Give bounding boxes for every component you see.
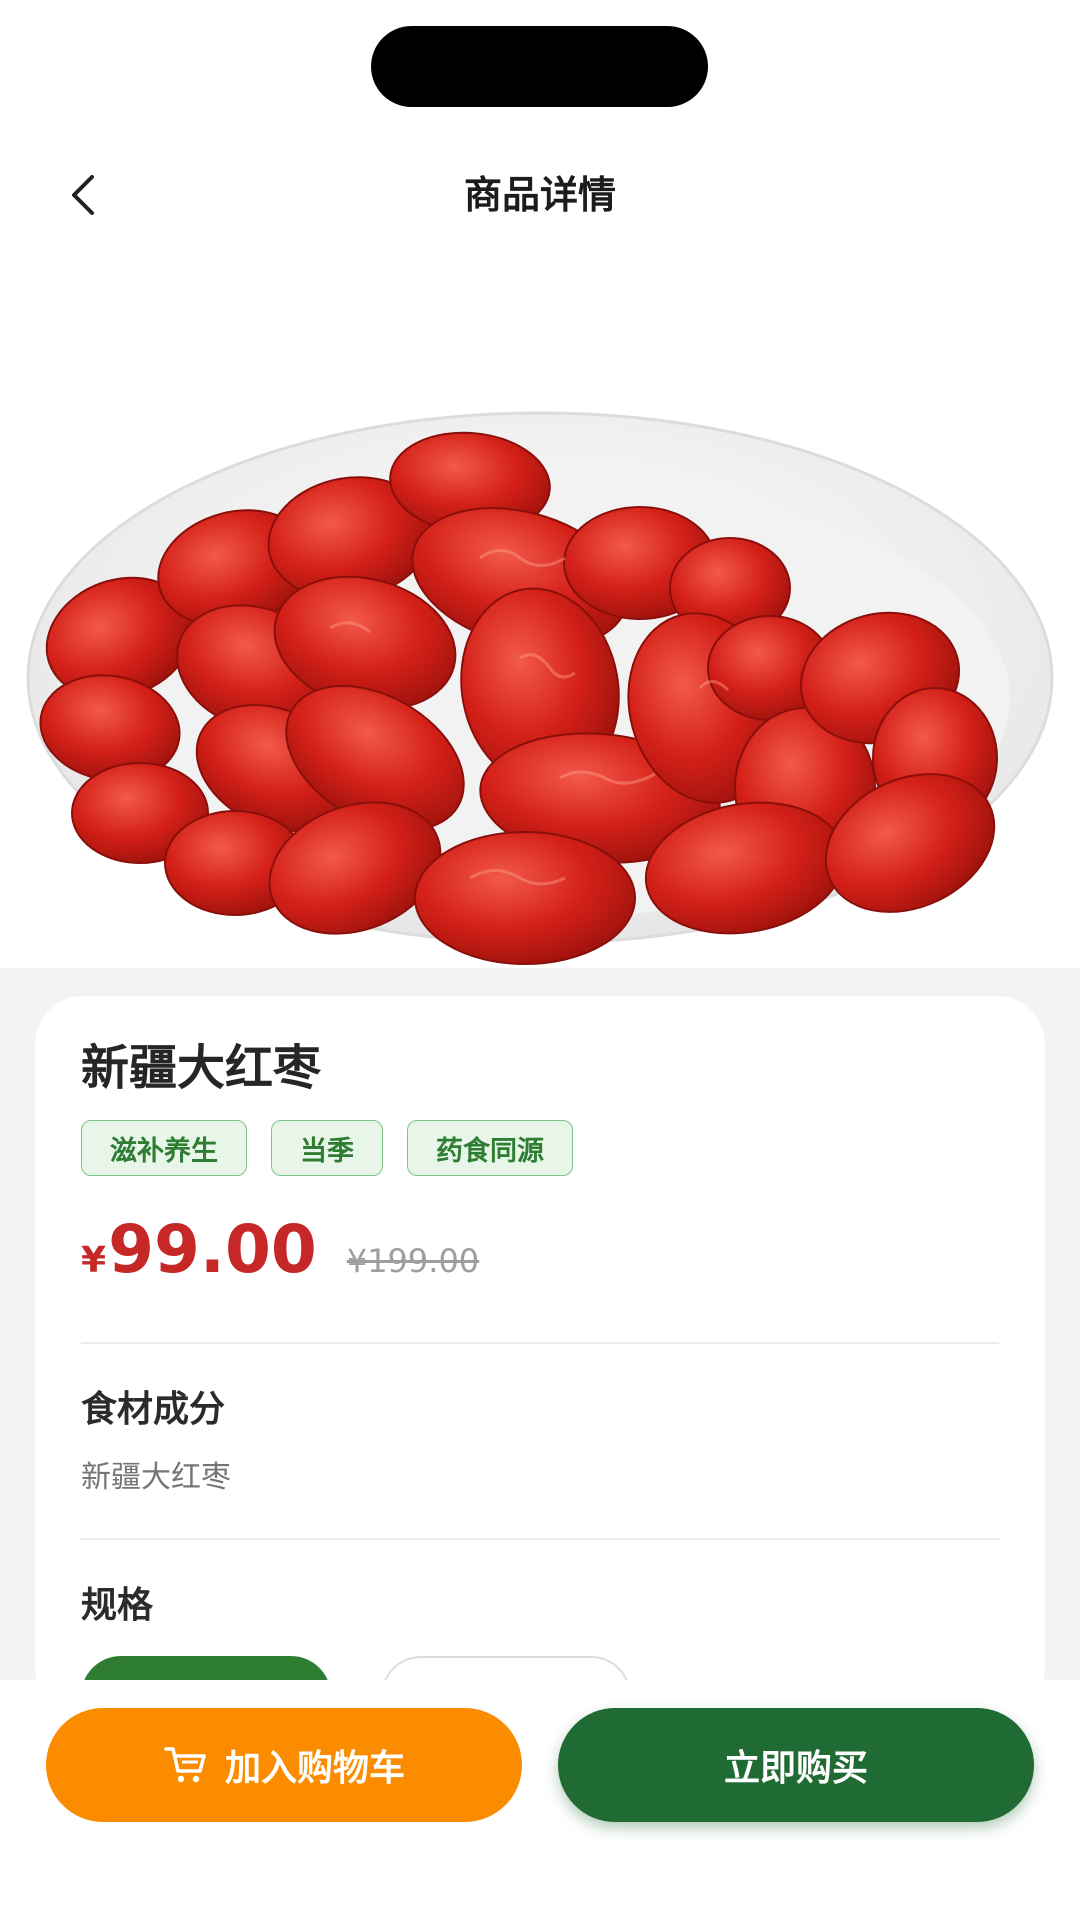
tag: 当季 [271,1120,383,1176]
buy-now-label: 立即购买 [723,1748,868,1789]
divider [81,1342,999,1344]
original-price: ¥199.00 [346,1242,480,1280]
tag: 药食同源 [407,1120,573,1176]
bottom-action-bar: 加入购物车 立即购买 [0,1680,1080,1920]
product-tags: 滋补养生 当季 药食同源 [81,1120,573,1176]
dynamic-island [371,26,708,107]
top-bar: 商品详情 [0,140,1080,250]
red-dates-illustration [26,411,1054,965]
add-to-cart-button[interactable]: 加入购物车 [46,1708,522,1822]
page-title: 商品详情 [463,173,616,217]
currency-symbol: ¥ [81,1240,107,1281]
sale-price: 99.00 [108,1211,317,1288]
add-to-cart-label: 加入购物车 [224,1748,405,1789]
buy-now-button[interactable]: 立即购买 [558,1708,1034,1822]
tag: 滋补养生 [81,1120,247,1176]
divider [81,1538,999,1540]
product-image [0,258,1080,968]
cart-icon [164,1747,206,1783]
ingredients-title: 食材成分 [81,1389,226,1430]
ingredients-text: 新疆大红枣 [81,1460,231,1495]
spec-title: 规格 [81,1585,154,1626]
product-name: 新疆大红枣 [81,1040,322,1096]
product-info-card: 新疆大红枣 滋补养生 当季 药食同源 ¥ 99.00 ¥199.00 食材成分 … [35,996,1045,1736]
price-row: ¥ 99.00 ¥199.00 [81,1210,479,1290]
